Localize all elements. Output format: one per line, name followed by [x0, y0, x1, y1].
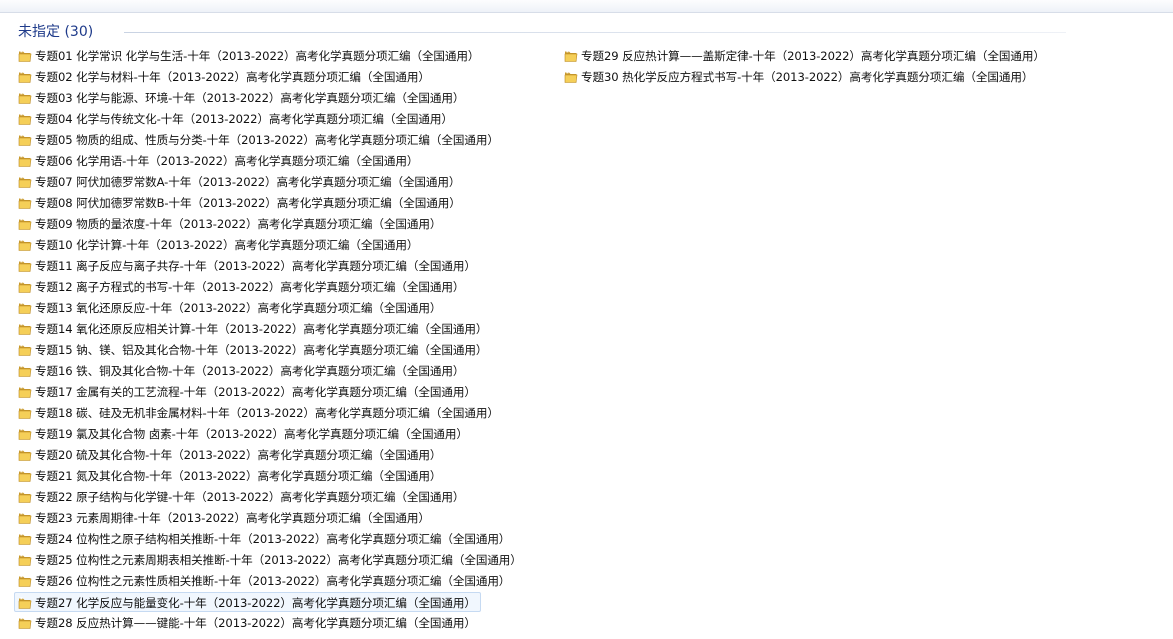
folder-icon	[18, 469, 32, 483]
folder-item[interactable]: 专题30 热化学反应方程式书写-十年（2013-2022）高考化学真题分项汇编（…	[564, 67, 1033, 87]
group-header[interactable]: 未指定 (30)	[18, 21, 1066, 43]
folder-item[interactable]: 专题24 位构性之原子结构相关推断-十年（2013-2022）高考化学真题分项汇…	[18, 529, 510, 549]
folder-item[interactable]: 专题19 氯及其化合物 卤素-十年（2013-2022）高考化学真题分项汇编（全…	[18, 424, 468, 444]
folder-item[interactable]: 专题11 离子反应与离子共存-十年（2013-2022）高考化学真题分项汇编（全…	[18, 256, 476, 276]
folder-item[interactable]: 专题01 化学常识 化学与生活-十年（2013-2022）高考化学真题分项汇编（…	[18, 46, 480, 66]
folder-item[interactable]: 专题14 氧化还原反应相关计算-十年（2013-2022）高考化学真题分项汇编（…	[18, 319, 487, 339]
folder-item[interactable]: 专题21 氮及其化合物-十年（2013-2022）高考化学真题分项汇编（全国通用…	[18, 466, 441, 486]
folder-item[interactable]: 专题26 位构性之元素性质相关推断-十年（2013-2022）高考化学真题分项汇…	[18, 571, 510, 591]
folder-icon	[18, 574, 32, 588]
folder-icon	[18, 553, 32, 567]
folder-item[interactable]: 专题22 原子结构与化学键-十年（2013-2022）高考化学真题分项汇编（全国…	[18, 487, 464, 507]
folder-name: 专题07 阿伏加德罗常数A-十年（2013-2022）高考化学真题分项汇编（全国…	[35, 175, 461, 189]
folder-name: 专题18 碳、硅及无机非金属材料-十年（2013-2022）高考化学真题分项汇编…	[35, 406, 499, 420]
folder-icon	[564, 70, 578, 84]
folder-item[interactable]: 专题13 氧化还原反应-十年（2013-2022）高考化学真题分项汇编（全国通用…	[18, 298, 441, 318]
folder-name: 专题12 离子方程式的书写-十年（2013-2022）高考化学真题分项汇编（全国…	[35, 280, 465, 294]
folder-name: 专题09 物质的量浓度-十年（2013-2022）高考化学真题分项汇编（全国通用…	[35, 217, 442, 231]
folder-item[interactable]: 专题15 钠、镁、铝及其化合物-十年（2013-2022）高考化学真题分项汇编（…	[18, 340, 487, 360]
folder-name: 专题05 物质的组成、性质与分类-十年（2013-2022）高考化学真题分项汇编…	[35, 133, 499, 147]
folder-name: 专题02 化学与材料-十年（2013-2022）高考化学真题分项汇编（全国通用）	[35, 70, 430, 84]
folder-item[interactable]: 专题25 位构性之元素周期表相关推断-十年（2013-2022）高考化学真题分项…	[18, 550, 522, 570]
folder-icon	[18, 301, 32, 315]
folder-name: 专题19 氯及其化合物 卤素-十年（2013-2022）高考化学真题分项汇编（全…	[35, 427, 468, 441]
folder-name: 专题10 化学计算-十年（2013-2022）高考化学真题分项汇编（全国通用）	[35, 238, 419, 252]
folder-name: 专题21 氮及其化合物-十年（2013-2022）高考化学真题分项汇编（全国通用…	[35, 469, 442, 483]
folder-item[interactable]: 专题09 物质的量浓度-十年（2013-2022）高考化学真题分项汇编（全国通用…	[18, 214, 441, 234]
folder-name: 专题30 热化学反应方程式书写-十年（2013-2022）高考化学真题分项汇编（…	[581, 70, 1034, 84]
folder-icon	[18, 175, 32, 189]
folder-icon	[18, 596, 32, 610]
folder-icon	[18, 322, 32, 336]
folder-icon	[18, 49, 32, 63]
folder-item[interactable]: 专题17 金属有关的工艺流程-十年（2013-2022）高考化学真题分项汇编（全…	[18, 382, 476, 402]
folder-icon	[18, 448, 32, 462]
folder-icon	[18, 70, 32, 84]
folder-item[interactable]: 专题04 化学与传统文化-十年（2013-2022）高考化学真题分项汇编（全国通…	[18, 109, 453, 129]
folder-item[interactable]: 专题18 碳、硅及无机非金属材料-十年（2013-2022）高考化学真题分项汇编…	[18, 403, 499, 423]
folder-item[interactable]: 专题07 阿伏加德罗常数A-十年（2013-2022）高考化学真题分项汇编（全国…	[18, 172, 461, 192]
folder-icon	[18, 406, 32, 420]
folder-item[interactable]: 专题02 化学与材料-十年（2013-2022）高考化学真题分项汇编（全国通用）	[18, 67, 430, 87]
folder-name: 专题26 位构性之元素性质相关推断-十年（2013-2022）高考化学真题分项汇…	[35, 574, 511, 588]
folder-icon	[18, 217, 32, 231]
folder-item[interactable]: 专题08 阿伏加德罗常数B-十年（2013-2022）高考化学真题分项汇编（全国…	[18, 193, 461, 213]
folder-icon	[18, 280, 32, 294]
folder-name: 专题28 反应热计算——键能-十年（2013-2022）高考化学真题分项汇编（全…	[35, 616, 476, 630]
group-divider	[124, 32, 1066, 33]
folder-icon	[18, 532, 32, 546]
folder-item[interactable]: 专题28 反应热计算——键能-十年（2013-2022）高考化学真题分项汇编（全…	[18, 613, 476, 633]
folder-item[interactable]: 专题12 离子方程式的书写-十年（2013-2022）高考化学真题分项汇编（全国…	[18, 277, 464, 297]
folder-icon	[18, 427, 32, 441]
folder-name: 专题13 氧化还原反应-十年（2013-2022）高考化学真题分项汇编（全国通用…	[35, 301, 442, 315]
folder-name: 专题27 化学反应与能量变化-十年（2013-2022）高考化学真题分项汇编（全…	[35, 596, 476, 610]
window-top-bar	[0, 0, 1173, 13]
group-title: 未指定 (30)	[18, 24, 94, 40]
folder-icon	[18, 490, 32, 504]
folder-name: 专题17 金属有关的工艺流程-十年（2013-2022）高考化学真题分项汇编（全…	[35, 385, 476, 399]
folder-item[interactable]: 专题05 物质的组成、性质与分类-十年（2013-2022）高考化学真题分项汇编…	[18, 130, 499, 150]
folder-icon	[18, 112, 32, 126]
folder-icon	[18, 196, 32, 210]
folder-name: 专题15 钠、镁、铝及其化合物-十年（2013-2022）高考化学真题分项汇编（…	[35, 343, 488, 357]
folder-name: 专题20 硫及其化合物-十年（2013-2022）高考化学真题分项汇编（全国通用…	[35, 448, 442, 462]
folder-name: 专题14 氧化还原反应相关计算-十年（2013-2022）高考化学真题分项汇编（…	[35, 322, 488, 336]
folder-icon	[18, 385, 32, 399]
folder-icon	[18, 343, 32, 357]
folder-icon	[18, 91, 32, 105]
folder-icon	[18, 238, 32, 252]
folder-icon	[18, 154, 32, 168]
folder-icon	[18, 259, 32, 273]
folder-name: 专题23 元素周期律-十年（2013-2022）高考化学真题分项汇编（全国通用）	[35, 511, 430, 525]
folder-icon	[18, 133, 32, 147]
folder-item[interactable]: 专题27 化学反应与能量变化-十年（2013-2022）高考化学真题分项汇编（全…	[14, 592, 481, 612]
folder-item[interactable]: 专题10 化学计算-十年（2013-2022）高考化学真题分项汇编（全国通用）	[18, 235, 418, 255]
folder-name: 专题16 铁、铜及其化合物-十年（2013-2022）高考化学真题分项汇编（全国…	[35, 364, 465, 378]
folder-name: 专题04 化学与传统文化-十年（2013-2022）高考化学真题分项汇编（全国通…	[35, 112, 453, 126]
folder-item[interactable]: 专题16 铁、铜及其化合物-十年（2013-2022）高考化学真题分项汇编（全国…	[18, 361, 464, 381]
folder-icon	[18, 511, 32, 525]
folder-icon	[18, 616, 32, 630]
folder-name: 专题08 阿伏加德罗常数B-十年（2013-2022）高考化学真题分项汇编（全国…	[35, 196, 461, 210]
folder-name: 专题03 化学与能源、环境-十年（2013-2022）高考化学真题分项汇编（全国…	[35, 91, 465, 105]
folder-name: 专题11 离子反应与离子共存-十年（2013-2022）高考化学真题分项汇编（全…	[35, 259, 476, 273]
folder-item[interactable]: 专题20 硫及其化合物-十年（2013-2022）高考化学真题分项汇编（全国通用…	[18, 445, 441, 465]
folder-name: 专题06 化学用语-十年（2013-2022）高考化学真题分项汇编（全国通用）	[35, 154, 419, 168]
folder-name: 专题24 位构性之原子结构相关推断-十年（2013-2022）高考化学真题分项汇…	[35, 532, 511, 546]
folder-name: 专题22 原子结构与化学键-十年（2013-2022）高考化学真题分项汇编（全国…	[35, 490, 465, 504]
folder-name: 专题29 反应热计算——盖斯定律-十年（2013-2022）高考化学真题分项汇编…	[581, 49, 1045, 63]
folder-item[interactable]: 专题03 化学与能源、环境-十年（2013-2022）高考化学真题分项汇编（全国…	[18, 88, 464, 108]
folder-name: 专题01 化学常识 化学与生活-十年（2013-2022）高考化学真题分项汇编（…	[35, 49, 480, 63]
folder-icon	[564, 49, 578, 63]
folder-item[interactable]: 专题06 化学用语-十年（2013-2022）高考化学真题分项汇编（全国通用）	[18, 151, 418, 171]
folder-name: 专题25 位构性之元素周期表相关推断-十年（2013-2022）高考化学真题分项…	[35, 553, 522, 567]
folder-icon	[18, 364, 32, 378]
folder-item[interactable]: 专题29 反应热计算——盖斯定律-十年（2013-2022）高考化学真题分项汇编…	[564, 46, 1045, 66]
folder-item[interactable]: 专题23 元素周期律-十年（2013-2022）高考化学真题分项汇编（全国通用）	[18, 508, 430, 528]
